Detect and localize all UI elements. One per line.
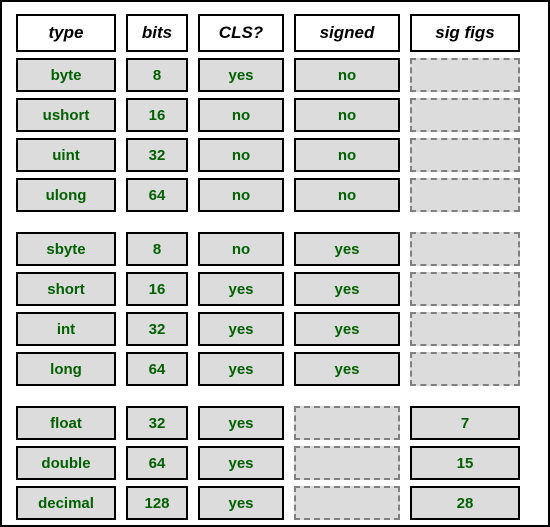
- cell-bits: 32: [126, 138, 188, 172]
- cell-sigfigs: 7: [410, 406, 520, 440]
- cell-bits: 64: [126, 446, 188, 480]
- cell-cls: yes: [198, 352, 284, 386]
- cell-sigfigs: [410, 352, 520, 386]
- table-row: short 16 yesyes: [16, 272, 534, 306]
- cell-signed: [294, 486, 400, 520]
- cell-sigfigs: [410, 178, 520, 212]
- cell-signed: yes: [294, 352, 400, 386]
- header-type: type: [16, 14, 116, 52]
- cell-type: ulong: [16, 178, 116, 212]
- cell-bits: 16: [126, 272, 188, 306]
- cell-signed: yes: [294, 312, 400, 346]
- header-cls: CLS?: [198, 14, 284, 52]
- cell-cls: no: [198, 98, 284, 132]
- table-row: decimal 128 yes 28: [16, 486, 534, 520]
- header-sigfigs: sig figs: [410, 14, 520, 52]
- cell-cls: no: [198, 232, 284, 266]
- cell-type: uint: [16, 138, 116, 172]
- cell-signed: no: [294, 178, 400, 212]
- cell-signed: [294, 446, 400, 480]
- cell-cls: no: [198, 178, 284, 212]
- cell-signed: no: [294, 138, 400, 172]
- header-signed: signed: [294, 14, 400, 52]
- cell-signed: [294, 406, 400, 440]
- cell-bits: 8: [126, 232, 188, 266]
- header-row: type bits CLS? signed sig figs: [16, 14, 534, 52]
- table-body: byte8yesnoushort16nonouint32nonoulong64n…: [16, 58, 534, 520]
- cell-bits: 64: [126, 352, 188, 386]
- cell-sigfigs: 28: [410, 486, 520, 520]
- cell-signed: no: [294, 98, 400, 132]
- header-bits: bits: [126, 14, 188, 52]
- table-row: sbyte 8 noyes: [16, 232, 534, 266]
- cell-bits: 16: [126, 98, 188, 132]
- cell-cls: no: [198, 138, 284, 172]
- cell-bits: 32: [126, 312, 188, 346]
- cell-signed: yes: [294, 272, 400, 306]
- table-row: float 32 yes 7: [16, 406, 534, 440]
- cell-signed: no: [294, 58, 400, 92]
- cell-sigfigs: [410, 138, 520, 172]
- cell-cls: yes: [198, 272, 284, 306]
- cell-cls: yes: [198, 486, 284, 520]
- cell-cls: yes: [198, 406, 284, 440]
- cell-sigfigs: [410, 98, 520, 132]
- table-row: long 64 yesyes: [16, 352, 534, 386]
- cell-type: decimal: [16, 486, 116, 520]
- cell-sigfigs: [410, 312, 520, 346]
- cell-type: double: [16, 446, 116, 480]
- cell-bits: 128: [126, 486, 188, 520]
- cell-bits: 8: [126, 58, 188, 92]
- cell-type: ushort: [16, 98, 116, 132]
- cell-type: byte: [16, 58, 116, 92]
- cell-type: short: [16, 272, 116, 306]
- cell-cls: yes: [198, 446, 284, 480]
- table-row: ushort 16 nono: [16, 98, 534, 132]
- group-separator: [16, 392, 534, 406]
- cell-signed: yes: [294, 232, 400, 266]
- cell-sigfigs: [410, 272, 520, 306]
- cell-sigfigs: 15: [410, 446, 520, 480]
- group-separator: [16, 218, 534, 232]
- cell-sigfigs: [410, 232, 520, 266]
- cell-bits: 32: [126, 406, 188, 440]
- table-row: ulong 64 nono: [16, 178, 534, 212]
- table-row: uint 32 nono: [16, 138, 534, 172]
- cell-type: int: [16, 312, 116, 346]
- cell-bits: 64: [126, 178, 188, 212]
- cell-type: sbyte: [16, 232, 116, 266]
- cell-cls: yes: [198, 312, 284, 346]
- cell-type: float: [16, 406, 116, 440]
- cell-type: long: [16, 352, 116, 386]
- table-row: double 64 yes 15: [16, 446, 534, 480]
- cell-cls: yes: [198, 58, 284, 92]
- table-row: int 32 yesyes: [16, 312, 534, 346]
- type-table-frame: type bits CLS? signed sig figs byte8yesn…: [0, 0, 550, 527]
- table-row: byte 8 yesno: [16, 58, 534, 92]
- cell-sigfigs: [410, 58, 520, 92]
